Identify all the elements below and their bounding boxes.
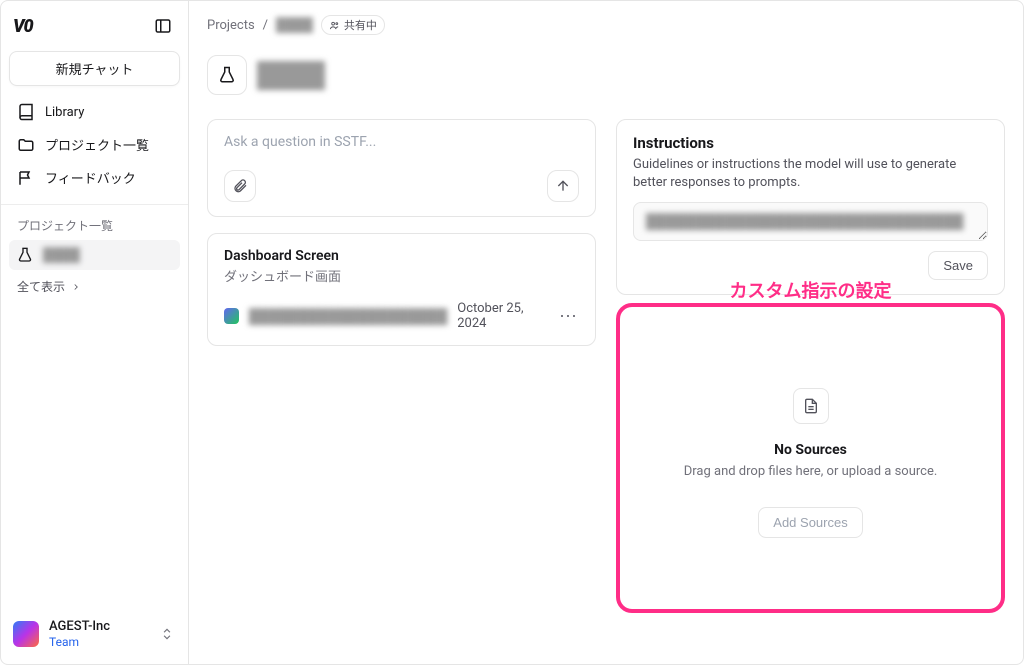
ask-input-card[interactable]: Ask a question in SSTF... [207, 119, 596, 217]
send-button[interactable] [547, 170, 579, 202]
dashboard-card[interactable]: Dashboard Screen ダッシュボード画面 █████████████… [207, 233, 596, 346]
file-icon-box [793, 388, 829, 424]
main: Projects / ████ 共有中 ████ Ask a question … [189, 1, 1023, 664]
flask-icon [17, 247, 33, 263]
project-icon [207, 55, 247, 95]
dashboard-chip [224, 308, 239, 324]
project-title: ████ [257, 61, 325, 90]
annotation-text: カスタム指示の設定 [730, 277, 892, 303]
breadcrumb-sep: / [263, 18, 268, 33]
library-icon [17, 103, 35, 121]
logo: V0 [13, 16, 33, 37]
dashboard-more-button[interactable]: ⋯ [559, 306, 579, 327]
nav-projects-label: プロジェクト一覧 [45, 135, 149, 154]
instructions-card: Instructions Guidelines or instructions … [616, 119, 1005, 295]
show-all-button[interactable]: 全て表示 [1, 270, 188, 303]
users-icon [329, 20, 340, 31]
flag-icon [17, 169, 35, 187]
instructions-input[interactable]: ████████████████████████████████ [633, 202, 988, 241]
sources-card[interactable]: No Sources Drag and drop files here, or … [616, 303, 1005, 613]
dashboard-date: October 25, 2024 [457, 301, 549, 331]
instructions-value: ████████████████████████████████ [646, 214, 963, 230]
dashboard-line: ████████████████████ [249, 308, 447, 325]
team-role: Team [49, 635, 148, 650]
dashboard-title: Dashboard Screen [224, 248, 579, 264]
panel-icon [154, 17, 172, 35]
ask-placeholder: Ask a question in SSTF... [224, 134, 579, 158]
chevron-right-icon [71, 282, 81, 292]
sidebar-section-label: プロジェクト一覧 [1, 204, 188, 240]
team-avatar [13, 621, 39, 647]
file-icon [803, 398, 819, 414]
sidebar-collapse-button[interactable] [150, 13, 176, 39]
breadcrumb-root[interactable]: Projects [207, 18, 255, 33]
nav-library-label: Library [45, 105, 84, 120]
nav-projects[interactable]: プロジェクト一覧 [9, 128, 180, 161]
dashboard-subtitle: ダッシュボード画面 [224, 266, 579, 285]
no-sources-title: No Sources [774, 442, 847, 458]
selector-icon [158, 625, 176, 643]
share-badge[interactable]: 共有中 [321, 15, 385, 35]
breadcrumb-current: ████ [276, 17, 313, 33]
arrow-up-icon [555, 178, 571, 194]
save-button[interactable]: Save [928, 251, 988, 280]
team-name: AGEST-Inc [49, 619, 148, 635]
share-label: 共有中 [344, 17, 377, 33]
add-sources-button[interactable]: Add Sources [758, 507, 862, 538]
folder-icon [17, 136, 35, 154]
breadcrumbs: Projects / ████ 共有中 [189, 1, 1023, 49]
new-chat-button[interactable]: 新規チャット [9, 51, 180, 86]
team-switcher[interactable]: AGEST-Inc Team [1, 609, 188, 664]
no-sources-desc: Drag and drop files here, or upload a so… [684, 464, 938, 479]
sidebar-project-name: ████ [43, 247, 80, 263]
nav-library[interactable]: Library [9, 96, 180, 128]
sidebar-project-item[interactable]: ████ [9, 240, 180, 270]
paperclip-icon [232, 178, 248, 194]
nav-feedback-label: フィードバック [45, 168, 136, 187]
show-all-label: 全て表示 [17, 278, 65, 295]
attach-button[interactable] [224, 170, 256, 202]
nav-feedback[interactable]: フィードバック [9, 161, 180, 194]
sidebar: V0 新規チャット Library プロジェクト一覧 フィードバック プロジェク… [1, 1, 189, 664]
instructions-title: Instructions [633, 134, 988, 152]
flask-icon [218, 66, 236, 84]
instructions-desc: Guidelines or instructions the model wil… [633, 156, 988, 192]
